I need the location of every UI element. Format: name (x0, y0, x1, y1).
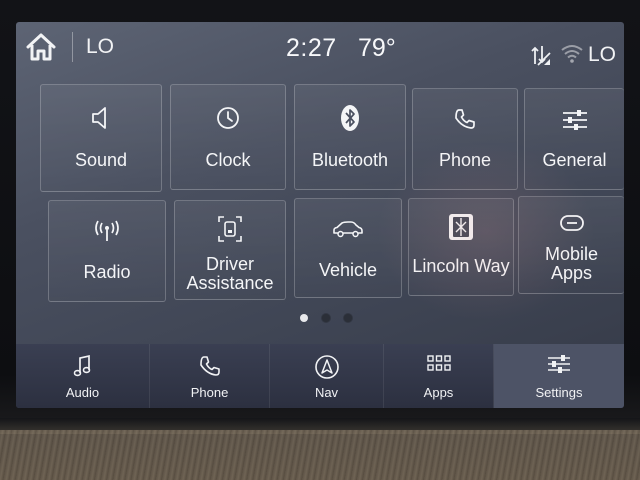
clock-icon (217, 107, 239, 129)
tile-label: Clock (205, 150, 251, 170)
tile-label-line2: Apps (550, 263, 593, 283)
tile-phone[interactable]: Phone (412, 88, 518, 190)
phone-icon (199, 356, 220, 376)
nav-settings[interactable]: Settings (494, 344, 624, 408)
bottom-nav-bar: Audio Phone Nav Apps Settings (16, 344, 624, 408)
speaker-icon (92, 107, 106, 129)
tile-label: Bluetooth (311, 150, 389, 170)
tile-bluetooth[interactable]: Bluetooth (294, 84, 406, 190)
home-icon (26, 33, 56, 61)
passenger-temp-setting[interactable]: LO (588, 43, 616, 67)
tile-label: General (542, 150, 607, 170)
antenna-icon (95, 220, 119, 241)
nav-label: Audio (65, 385, 100, 400)
tile-label-line1: Driver (206, 254, 254, 274)
sliders-icon (548, 355, 570, 373)
nav-label: Settings (535, 385, 583, 400)
outside-temperature: 79° (358, 34, 396, 62)
tile-label: Lincoln Way (412, 256, 510, 276)
tile-label: Radio (83, 262, 131, 282)
tile-label-line2: Assistance (186, 273, 274, 293)
car-icon (333, 221, 363, 238)
nav-label: Nav (314, 385, 339, 400)
nav-navigation[interactable]: Nav (270, 344, 384, 408)
lincoln-logo-icon (449, 214, 473, 240)
tile-driver-assistance[interactable]: Driver Assistance (174, 200, 286, 300)
apps-grid-icon (426, 355, 451, 371)
driver-assist-icon (218, 216, 242, 242)
nav-audio[interactable]: Audio (16, 344, 150, 408)
page-dot-active[interactable] (300, 314, 308, 322)
dashboard-trim (0, 430, 640, 480)
sliders-icon (562, 110, 587, 130)
nav-phone[interactable]: Phone (150, 344, 270, 408)
tile-vehicle[interactable]: Vehicle (294, 198, 402, 298)
page-dot[interactable] (344, 314, 352, 322)
tile-label: Phone (438, 150, 492, 170)
page-dot[interactable] (322, 314, 330, 322)
wifi-icon (561, 45, 583, 63)
music-note-icon (73, 354, 90, 377)
tile-lincoln-way[interactable]: Lincoln Way (408, 198, 514, 296)
mobile-apps-icon (559, 215, 584, 231)
infotainment-screen: LO 2:27 79° LO Sound Clock Bluetooth Pho… (16, 22, 624, 408)
nav-label: Phone (190, 385, 229, 400)
phone-icon (455, 109, 475, 129)
nav-apps[interactable]: Apps (384, 344, 494, 408)
tile-clock[interactable]: Clock (170, 84, 286, 190)
tile-radio[interactable]: Radio (48, 200, 166, 302)
driver-temp-setting[interactable]: LO (86, 35, 114, 59)
nav-label: Apps (423, 385, 454, 400)
tile-sound[interactable]: Sound (40, 84, 162, 192)
status-divider (72, 32, 73, 62)
navigation-arrow-icon (314, 355, 339, 379)
tile-label: Vehicle (318, 260, 378, 280)
data-signal-icon (531, 46, 551, 66)
tile-label: Sound (74, 150, 128, 170)
tile-label-line1: Mobile (544, 244, 599, 264)
status-bar: LO 2:27 79° LO (16, 22, 624, 74)
tile-mobile-apps[interactable]: Mobile Apps (518, 196, 624, 294)
bluetooth-icon (341, 105, 359, 131)
clock-display: 2:27 (286, 34, 337, 62)
home-button[interactable] (24, 30, 58, 64)
tile-general[interactable]: General (524, 88, 624, 190)
